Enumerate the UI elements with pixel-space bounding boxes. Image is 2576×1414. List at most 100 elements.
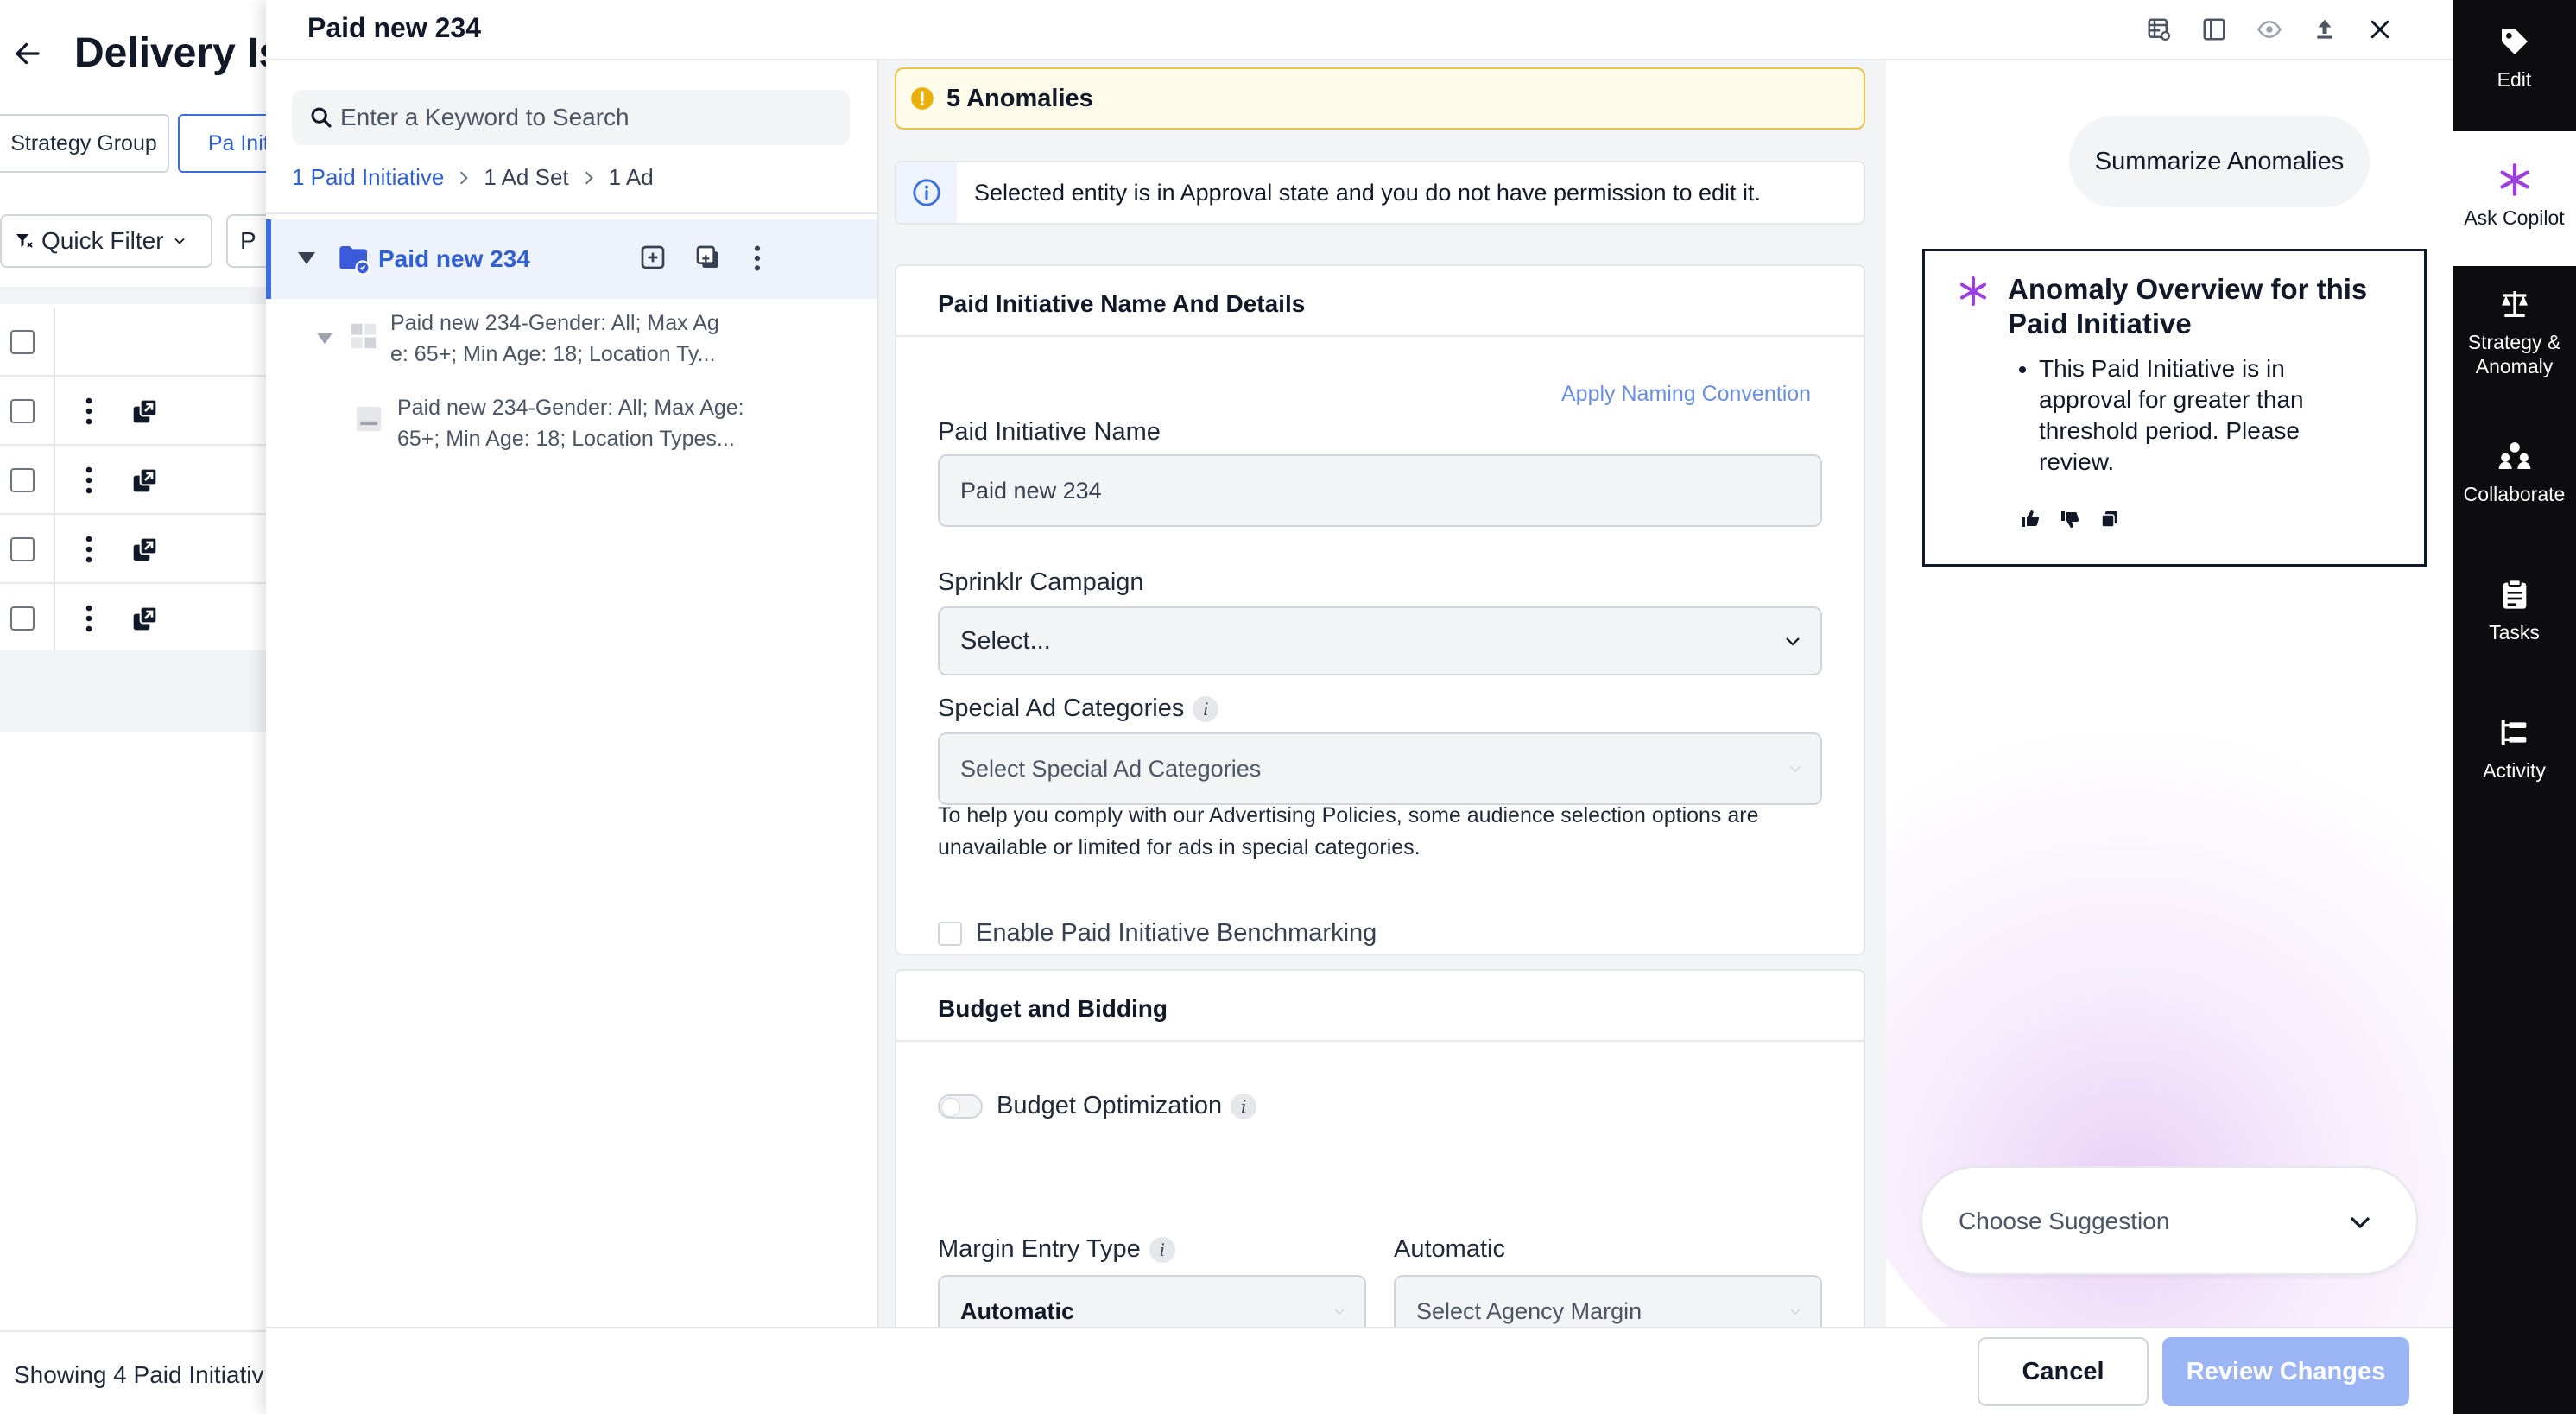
open-entity-icon[interactable] (131, 397, 159, 425)
anomaly-overview-card: Anomaly Overview for this Paid Initiativ… (1922, 249, 2427, 567)
sparkle-icon (2497, 162, 2532, 197)
copy-icon[interactable] (2099, 509, 2120, 529)
special-ad-categories-select[interactable]: Select Special Ad Categories (938, 732, 1822, 805)
table-row[interactable] (0, 584, 268, 653)
table-row[interactable] (0, 515, 268, 584)
close-icon[interactable] (2363, 12, 2397, 47)
benchmarking-checkbox[interactable]: Enable Paid Initiative Benchmarking (938, 919, 1377, 948)
rail-label: Strategy & Anomaly (2467, 331, 2561, 377)
budget-optimization-label: Budget Optimization (997, 1092, 1223, 1119)
agency-margin-select[interactable]: Select Agency Margin (1394, 1275, 1822, 1327)
duplicate-icon[interactable] (694, 244, 722, 271)
info-icon[interactable]: i (1231, 1093, 1257, 1119)
tab-paid-initiative[interactable]: Pa Initia (178, 114, 268, 173)
back-arrow-icon[interactable] (12, 38, 43, 69)
drawer-header: Paid new 234 (266, 0, 2453, 60)
table-header-band (0, 287, 268, 304)
filter-icon (16, 234, 33, 248)
breadcrumb-paid-initiative[interactable]: 1 Paid Initiative (292, 164, 444, 191)
campaign-label: Sprinklr Campaign (938, 568, 1144, 596)
anomaly-banner[interactable]: 5 Anomalies (895, 67, 1865, 130)
rail-item-edit[interactable]: Edit (2453, 21, 2576, 124)
overview-title: Anomaly Overview for this Paid Initiativ… (2008, 273, 2368, 339)
name-value: Paid new 234 (960, 477, 1102, 504)
open-entity-icon[interactable] (131, 536, 159, 563)
table-settings-icon[interactable] (2142, 12, 2176, 47)
ad-set-icon (349, 321, 378, 351)
chevron-down-icon (1782, 631, 1803, 651)
chevron-down-icon (174, 238, 185, 244)
special-ad-categories-label: Special Ad Categories i (938, 694, 1219, 723)
warning-icon (910, 86, 934, 111)
overview-point: This Paid Initiative is in approval for … (2039, 353, 2370, 478)
search-input[interactable] (340, 98, 832, 136)
quick-filter-button[interactable]: Quick Filter (0, 214, 212, 268)
special-label-text: Special Ad Categories (938, 694, 1185, 722)
apply-naming-convention-link[interactable]: Apply Naming Convention (1561, 382, 1811, 407)
row-checkbox[interactable] (10, 399, 35, 423)
tree-item-paid-initiative[interactable]: Paid new 234 (266, 219, 877, 299)
rail-item-ask-copilot[interactable]: Ask Copilot (2453, 131, 2576, 266)
choose-suggestion-dropdown[interactable]: Choose Suggestion (1921, 1166, 2418, 1275)
agency-margin-placeholder: Select Agency Margin (1416, 1297, 1642, 1324)
thumbs-down-icon[interactable] (2060, 509, 2080, 529)
rail-item-activity[interactable]: Activity (2453, 715, 2576, 819)
tab-strategy-group[interactable]: Strategy Group (0, 114, 169, 173)
breadcrumb-ad[interactable]: 1 Ad (609, 164, 654, 191)
margin-entry-type-select[interactable]: Automatic (938, 1275, 1366, 1327)
chevron-down-icon (1788, 761, 1803, 777)
upload-icon[interactable] (2307, 12, 2342, 47)
eye-icon[interactable] (2252, 12, 2287, 47)
caret-down-icon[interactable] (297, 250, 316, 266)
row-checkbox[interactable] (10, 468, 35, 492)
review-changes-button[interactable]: Review Changes (2162, 1337, 2409, 1406)
thumbs-up-icon[interactable] (2020, 509, 2041, 529)
page-title: Delivery Is (74, 30, 268, 76)
people-icon (2497, 439, 2532, 473)
more-vertical-icon[interactable] (83, 534, 95, 565)
tree-item-ad[interactable]: Paid new 234-Gender: All; Max Age: 65+; … (397, 392, 744, 454)
folder-icon (337, 242, 371, 276)
filter-label: P (240, 227, 256, 254)
data-table (0, 308, 268, 653)
checkbox[interactable] (938, 921, 962, 946)
automatic-label: Automatic (1394, 1235, 1505, 1263)
info-icon[interactable]: i (1193, 695, 1219, 722)
row-checkbox[interactable] (10, 537, 35, 561)
filter-button[interactable]: P (226, 214, 268, 268)
rail-label: Edit (2497, 68, 2532, 91)
sparkle-icon (1958, 276, 1989, 307)
table-empty-band (0, 650, 268, 732)
anomaly-count: 5 Anomalies (946, 84, 1093, 112)
breadcrumb-ad-set[interactable]: 1 Ad Set (484, 164, 568, 191)
special-placeholder: Select Special Ad Categories (960, 755, 1262, 782)
more-vertical-icon[interactable] (751, 244, 763, 273)
split-view-icon[interactable] (2197, 12, 2231, 47)
more-vertical-icon[interactable] (83, 603, 95, 634)
summarize-anomalies-chip[interactable]: Summarize Anomalies (2069, 116, 2370, 207)
table-row[interactable] (0, 446, 268, 515)
tree-item-ad-set[interactable]: Paid new 234-Gender: All; Max Ag e: 65+;… (390, 308, 719, 370)
rail-item-tasks[interactable]: Tasks (2453, 577, 2576, 681)
more-vertical-icon[interactable] (83, 465, 95, 496)
rail-item-strategy-anomaly[interactable]: Strategy & Anomaly (2453, 287, 2576, 408)
budget-optimization-toggle-row: Budget Optimization i (938, 1092, 1257, 1120)
form-panel: 5 Anomalies Selected entity is in Approv… (879, 60, 1886, 1327)
budget-optimization-toggle[interactable] (938, 1094, 983, 1119)
breadcrumb: 1 Paid Initiative 1 Ad Set 1 Ad (292, 164, 654, 191)
open-entity-icon[interactable] (131, 605, 159, 632)
open-entity-icon[interactable] (131, 466, 159, 494)
name-field[interactable]: Paid new 234 (938, 454, 1822, 527)
benchmarking-label: Enable Paid Initiative Benchmarking (976, 919, 1377, 947)
info-icon[interactable]: i (1149, 1236, 1175, 1263)
campaign-select[interactable]: Select... (938, 606, 1822, 675)
rail-item-collaborate[interactable]: Collaborate (2453, 439, 2576, 542)
more-vertical-icon[interactable] (83, 396, 95, 427)
select-all-checkbox[interactable] (10, 330, 35, 354)
caret-down-icon[interactable] (316, 332, 333, 346)
add-child-icon[interactable] (639, 244, 667, 271)
row-checkbox[interactable] (10, 606, 35, 631)
margin-label-text: Margin Entry Type (938, 1235, 1141, 1263)
cancel-button[interactable]: Cancel (1978, 1337, 2149, 1406)
table-row[interactable] (0, 377, 268, 446)
